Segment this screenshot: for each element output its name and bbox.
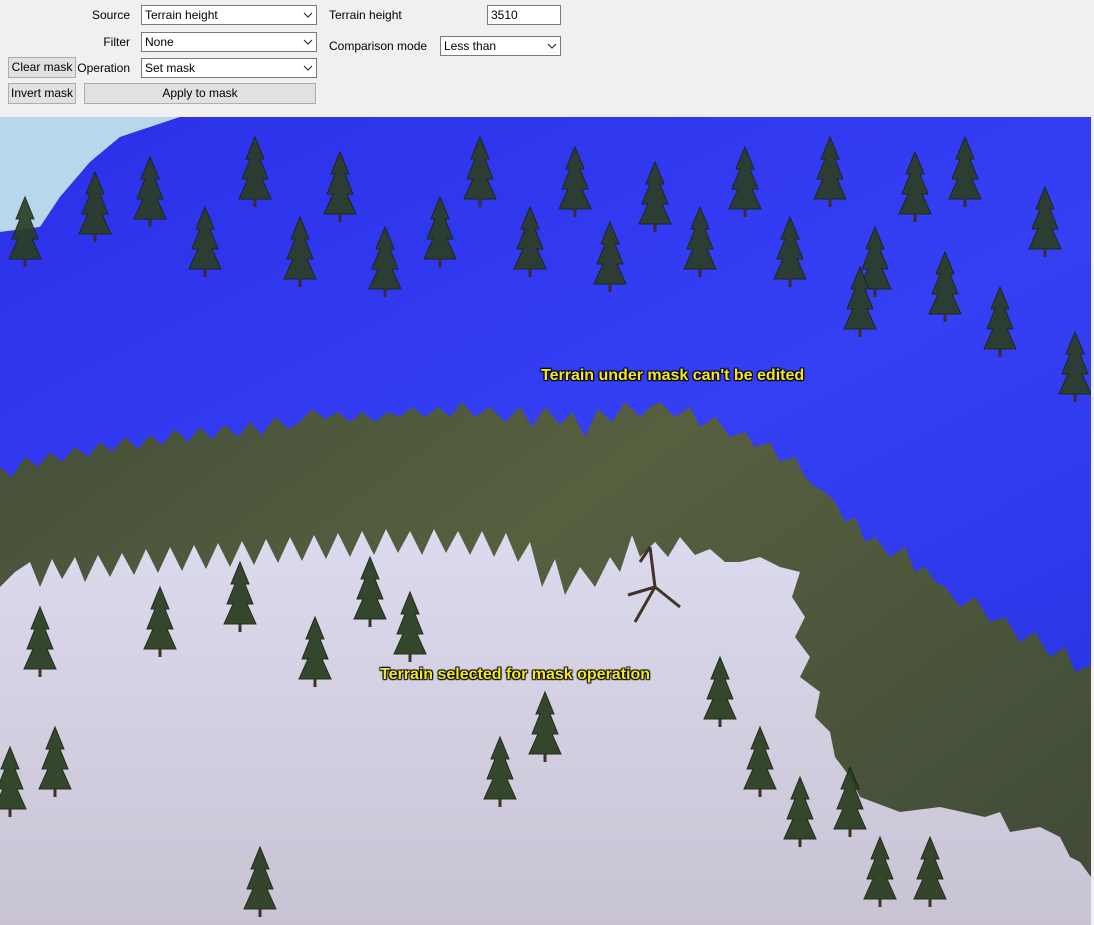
source-label: Source: [91, 8, 130, 22]
chevron-down-icon: [303, 39, 313, 45]
selected-terrain-annotation: Terrain selected for mask operation: [380, 666, 651, 683]
chevron-down-icon: [547, 43, 557, 49]
masked-terrain-annotation: Terrain under mask can't be edited: [541, 367, 805, 384]
operation-dropdown[interactable]: Set mask: [141, 58, 317, 78]
filter-dropdown[interactable]: None: [141, 32, 317, 52]
apply-to-mask-button[interactable]: Apply to mask: [84, 83, 316, 104]
terrain-height-input[interactable]: 3510: [487, 5, 561, 25]
mask-tool-panel: Source Terrain height Filter None Clear …: [0, 0, 1094, 117]
source-dropdown[interactable]: Terrain height: [141, 5, 317, 25]
invert-mask-button[interactable]: Invert mask: [8, 83, 76, 104]
operation-label: Operation: [77, 61, 130, 75]
operation-dropdown-value: Set mask: [145, 61, 196, 75]
terrain-scene: [0, 117, 1091, 925]
chevron-down-icon: [303, 12, 313, 18]
comparison-mode-dropdown-value: Less than: [444, 39, 497, 53]
filter-label: Filter: [103, 35, 130, 49]
source-dropdown-value: Terrain height: [145, 8, 218, 22]
chevron-down-icon: [303, 65, 313, 71]
comparison-mode-dropdown[interactable]: Less than: [440, 36, 561, 56]
terrain-viewport[interactable]: Terrain under mask can't be edited Terra…: [0, 117, 1091, 925]
filter-dropdown-value: None: [145, 35, 174, 49]
terrain-height-label: Terrain height: [329, 8, 402, 22]
comparison-mode-label: Comparison mode: [329, 39, 428, 53]
